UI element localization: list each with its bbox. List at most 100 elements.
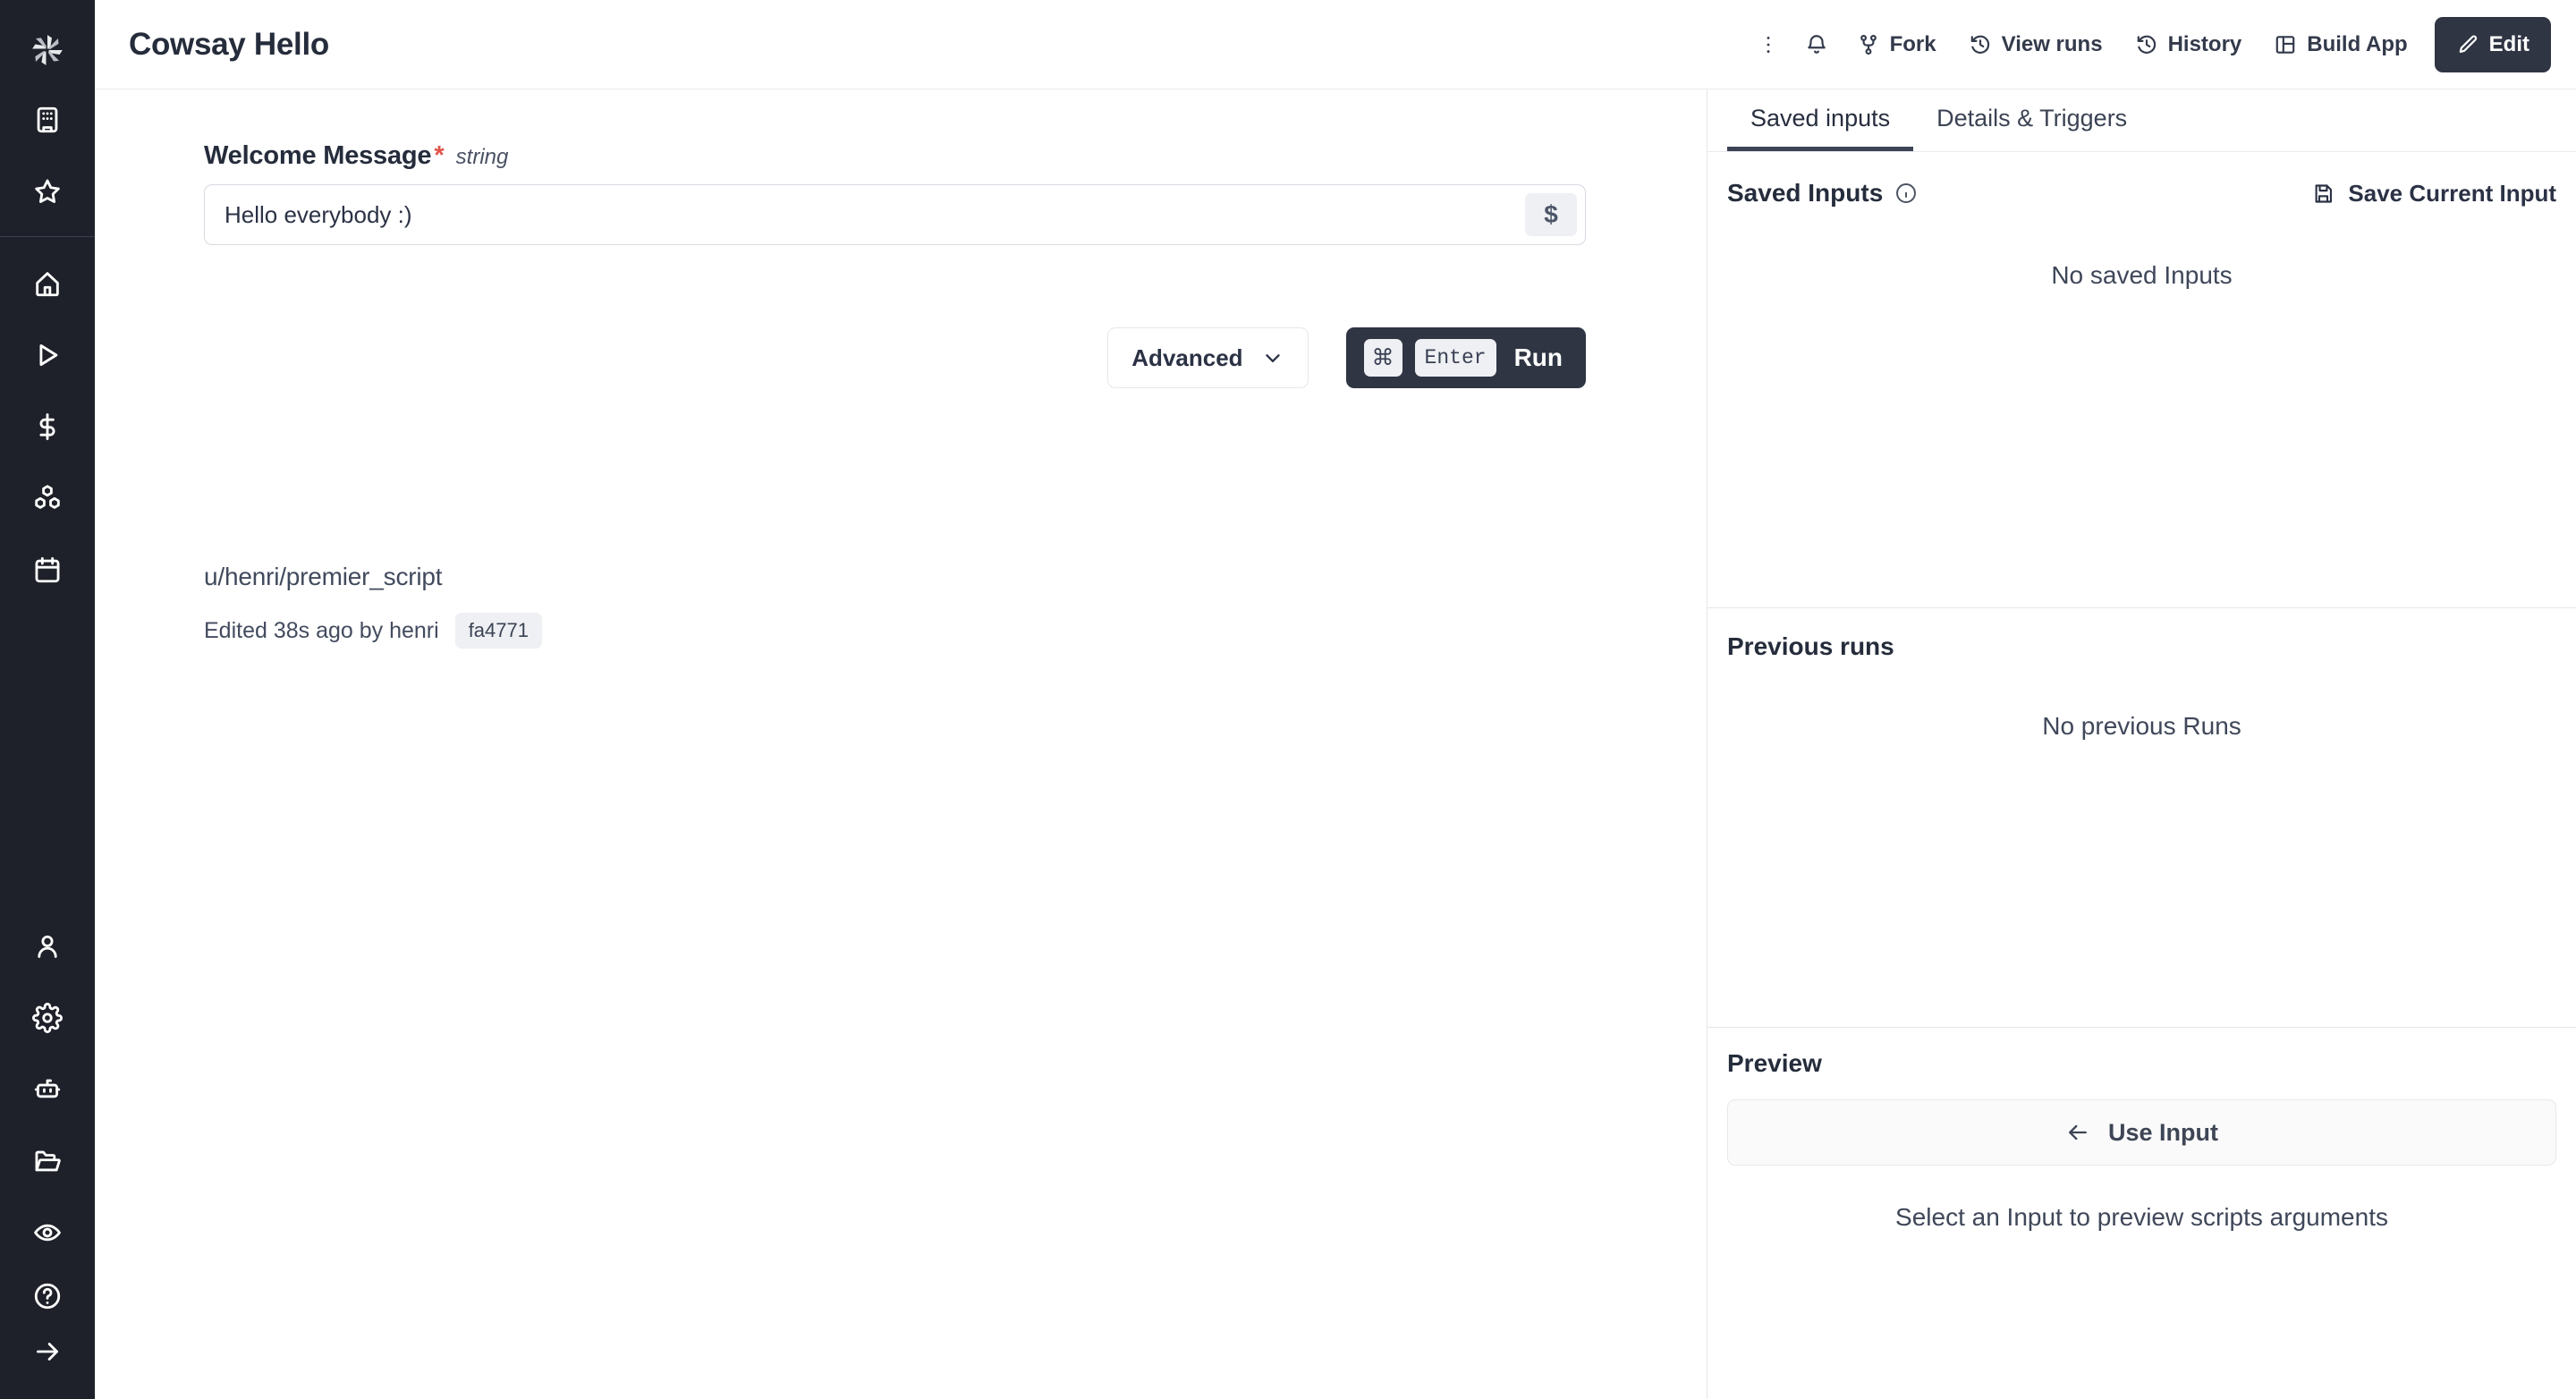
script-path[interactable]: u/henri/premier_script	[204, 563, 1644, 591]
chevron-down-icon	[1265, 354, 1280, 362]
sidebar-item-variables[interactable]	[0, 391, 95, 462]
welcome-message-input[interactable]	[205, 185, 1525, 244]
app-root: Cowsay Hello Fork View runs History Buil…	[0, 0, 2576, 1399]
previous-runs-title: Previous runs	[1727, 632, 1894, 660]
saved-inputs-info-button[interactable]	[1894, 182, 1918, 205]
app-logo[interactable]	[0, 16, 95, 84]
top-header: Cowsay Hello Fork View runs History Buil…	[95, 0, 2576, 89]
build-app-button[interactable]: Build App	[2258, 18, 2423, 72]
preview-title: Preview	[1727, 1049, 1822, 1077]
sidebar-item-audit-logs[interactable]	[0, 1197, 95, 1268]
fork-icon	[1860, 34, 1877, 55]
sidebar-item-users[interactable]	[0, 911, 95, 982]
more-options-button[interactable]	[1744, 18, 1792, 72]
tab-saved-inputs[interactable]: Saved inputs	[1727, 89, 1914, 151]
sidebar-divider-top	[0, 236, 95, 237]
saved-inputs-title: Saved Inputs	[1727, 179, 1884, 207]
sidebar-item-resources[interactable]	[0, 462, 95, 534]
sidebar-item-settings[interactable]	[0, 982, 95, 1054]
body-split: Welcome Message * string $ Advanced	[95, 89, 2576, 1399]
edit-button[interactable]: Edit	[2434, 16, 2551, 72]
folder-icon	[35, 1150, 61, 1172]
run-button[interactable]: ⌘ Enter Run	[1345, 327, 1586, 388]
edit-label: Edit	[2488, 31, 2529, 56]
script-meta-line: Edited 38s ago by henri fa4771	[204, 613, 1644, 649]
content-area: Cowsay Hello Fork View runs History Buil…	[95, 0, 2576, 1399]
previous-runs-empty-text: No previous Runs	[2042, 712, 2241, 740]
more-vertical-icon	[1767, 36, 1770, 53]
history-button[interactable]: History	[2119, 18, 2258, 72]
form-actions: Advanced ⌘ Enter Run	[204, 327, 1586, 388]
advanced-label: Advanced	[1131, 343, 1243, 371]
welcome-message-label-row: Welcome Message * string	[204, 141, 1644, 171]
arrow-left-icon	[2069, 1124, 2087, 1140]
saved-inputs-empty-text: No saved Inputs	[2051, 261, 2233, 289]
sidebar-item-workers[interactable]	[0, 1054, 95, 1125]
preview-hint-text: Select an Input to preview scripts argum…	[1895, 1203, 2388, 1231]
calendar-icon	[35, 556, 60, 583]
sidebar-item-home[interactable]	[0, 248, 95, 319]
use-input-button[interactable]: Use Input	[1727, 1099, 2556, 1166]
info-circle-icon	[1896, 183, 1917, 203]
layout-panel-icon	[2275, 35, 2295, 54]
notifications-button[interactable]	[1792, 18, 1841, 72]
robot-icon	[34, 1079, 61, 1098]
fork-button[interactable]: Fork	[1841, 18, 1953, 72]
sidebar-item-schedules[interactable]	[0, 534, 95, 606]
page-title: Cowsay Hello	[129, 26, 329, 62]
tab-details-triggers[interactable]: Details & Triggers	[1913, 89, 2150, 151]
build-app-label: Build App	[2307, 31, 2408, 56]
use-input-label: Use Input	[2107, 1118, 2218, 1146]
preview-section: Preview Use Input Select an Input to pre…	[1707, 1028, 2576, 1399]
view-runs-button[interactable]: View runs	[1953, 18, 2119, 72]
enter-key-chip: Enter	[1414, 339, 1496, 377]
play-icon	[39, 343, 58, 367]
windmill-logo-icon	[32, 35, 63, 65]
sidebar-item-runs[interactable]	[0, 319, 95, 391]
fork-label: Fork	[1889, 31, 1936, 56]
sidebar-bottom-group	[0, 1268, 95, 1379]
dollar-icon	[39, 413, 55, 440]
home-icon	[36, 272, 59, 297]
bell-icon	[1807, 34, 1826, 54]
panel-tabs: Saved inputs Details & Triggers	[1707, 89, 2576, 152]
script-run-form: Welcome Message * string $ Advanced	[95, 89, 1707, 1399]
star-icon	[35, 179, 60, 203]
sidebar-item-help[interactable]	[0, 1268, 95, 1324]
view-runs-label: View runs	[2001, 31, 2103, 56]
pencil-icon	[2459, 35, 2477, 53]
required-marker: *	[434, 141, 445, 170]
welcome-message-input-wrapper: $	[204, 184, 1586, 245]
sidebar-expand-button[interactable]	[0, 1324, 95, 1379]
script-hash-badge[interactable]: fa4771	[454, 613, 542, 649]
help-circle-icon	[34, 1283, 61, 1310]
user-icon	[38, 935, 57, 958]
field-type-hint: string	[455, 145, 509, 169]
history-clock-icon	[1970, 35, 1989, 54]
arrow-right-icon	[36, 1343, 59, 1361]
gear-icon	[32, 1003, 63, 1033]
saved-inputs-header: Saved Inputs Save Current Input	[1727, 152, 2556, 234]
building-icon	[37, 106, 58, 133]
boxes-icon	[35, 485, 60, 509]
sidebar-item-favorites[interactable]	[0, 156, 95, 227]
save-icon	[2315, 183, 2333, 203]
eye-icon	[34, 1224, 61, 1242]
history-clock-icon	[2137, 35, 2156, 54]
script-edited-text: Edited 38s ago by henri	[204, 617, 439, 643]
advanced-button[interactable]: Advanced	[1107, 327, 1309, 388]
left-sidebar	[0, 0, 95, 1399]
sidebar-item-folders[interactable]	[0, 1125, 95, 1197]
save-current-input-button[interactable]: Save Current Input	[2311, 180, 2556, 208]
run-label: Run	[1513, 343, 1563, 371]
saved-inputs-section: Saved Inputs Save Current Input No saved…	[1707, 152, 2576, 608]
cmd-key-chip: ⌘	[1363, 339, 1402, 377]
previous-runs-section: Previous runs No previous Runs	[1707, 608, 2576, 1028]
preview-header: Preview	[1727, 1028, 2556, 1099]
variable-picker-button[interactable]: $	[1525, 193, 1577, 236]
right-panel: Saved inputs Details & Triggers Saved In…	[1707, 89, 2576, 1399]
previous-runs-header: Previous runs	[1727, 608, 2556, 685]
save-current-input-label: Save Current Input	[2348, 179, 2556, 207]
history-label: History	[2167, 31, 2242, 56]
sidebar-item-workspace[interactable]	[0, 84, 95, 156]
